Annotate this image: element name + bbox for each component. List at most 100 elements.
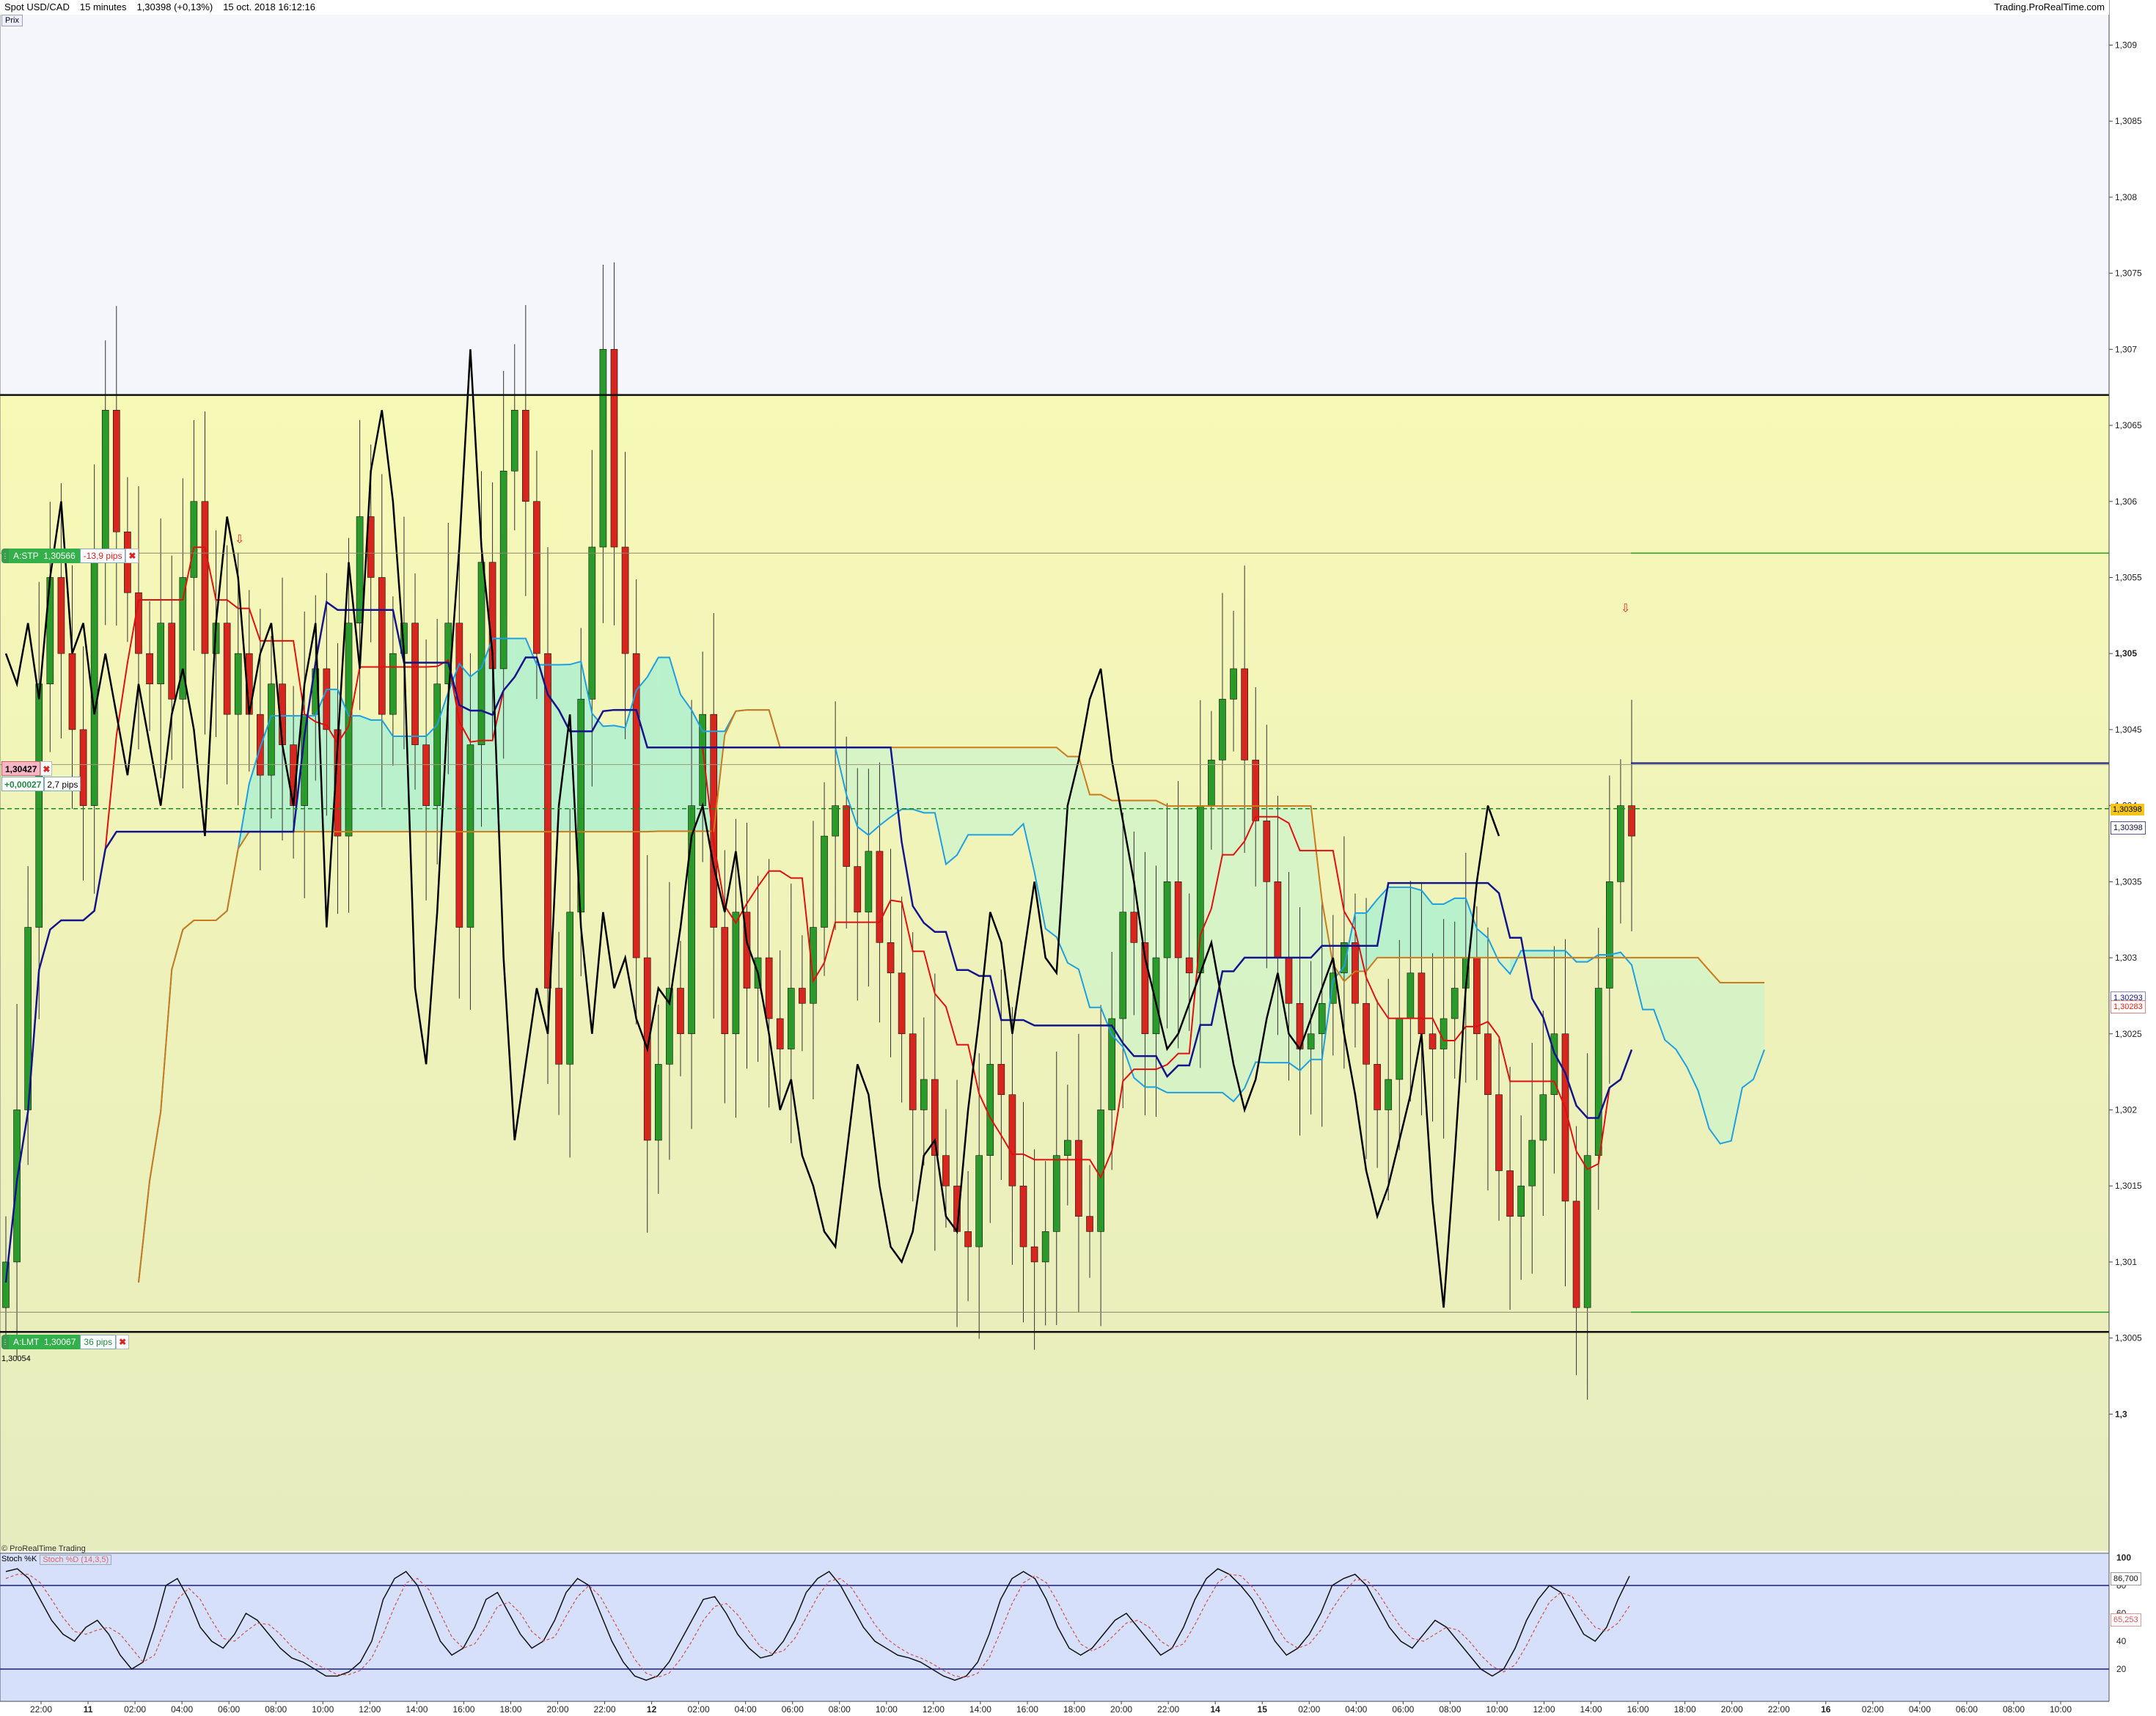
x-tick-label: 10:00 bbox=[2050, 1704, 2072, 1715]
x-tick-label: 14:00 bbox=[1580, 1704, 1602, 1715]
x-tick-label: 12:00 bbox=[359, 1704, 381, 1715]
y-tick-label: 1,309 bbox=[2115, 40, 2137, 50]
limit-pips: 36 pips bbox=[80, 1335, 117, 1349]
y-tick-label: 1,3005 bbox=[2115, 1333, 2142, 1343]
y-tick-label: 1,302 bbox=[2115, 1104, 2137, 1115]
x-tick-label: 20:00 bbox=[1721, 1704, 1743, 1715]
candle-body bbox=[621, 546, 629, 654]
chart-header: Spot USD/CAD 15 minutes 1,30398 (+0,13%) 15… bbox=[0, 0, 2109, 15]
candle-body bbox=[1484, 1033, 1492, 1096]
stoch-k-name: Stoch %K bbox=[1, 1555, 37, 1563]
x-tick-label: 22:00 bbox=[30, 1704, 52, 1715]
candle-body bbox=[1572, 1200, 1580, 1308]
candle-body bbox=[765, 957, 773, 1019]
x-tick-label: 12 bbox=[647, 1704, 657, 1715]
close-position-icon[interactable]: ✖ bbox=[40, 761, 53, 776]
candle-body bbox=[257, 714, 264, 776]
cloud-segment bbox=[968, 747, 980, 835]
limit-order-tag[interactable]: ⋮ A:LMT 1,30067 36 pips ✖ bbox=[1, 1335, 130, 1349]
x-tick-label: 14 bbox=[1210, 1704, 1220, 1715]
candle-body bbox=[1506, 1170, 1514, 1217]
chart-canvas[interactable]: ⇩⇩ 1,3091,30851,3081,30751,3071,30651,30… bbox=[0, 0, 2156, 1716]
candle-body bbox=[1119, 912, 1127, 1019]
stop-order-tag[interactable]: ⋮ A:STP 1,30566 -13,9 pips ✖ bbox=[1, 549, 139, 563]
y-tick-label: 1,3065 bbox=[2115, 420, 2142, 430]
candle-body bbox=[1185, 957, 1193, 974]
last-price-tag: 1,30398 bbox=[2111, 804, 2144, 815]
x-tick-label: 04:00 bbox=[1909, 1704, 1931, 1715]
candle-body bbox=[1528, 1140, 1536, 1187]
signal-arrow-icon: ⇩ bbox=[1621, 602, 1630, 615]
x-tick-label: 06:00 bbox=[1392, 1704, 1414, 1715]
cloud-segment bbox=[1720, 982, 1731, 1144]
cloud-segment bbox=[1532, 950, 1544, 958]
drag-handle-icon[interactable]: ⋮ bbox=[1, 549, 9, 563]
cloud-segment bbox=[1001, 747, 1013, 835]
candle-body bbox=[975, 1155, 983, 1247]
x-tick-label: 10:00 bbox=[876, 1704, 898, 1715]
candle-body bbox=[1363, 1002, 1370, 1065]
cloud-segment bbox=[912, 747, 924, 813]
bid-price-tag: 1,30398 bbox=[2111, 821, 2146, 835]
timeframe[interactable]: 15 minutes bbox=[80, 1, 127, 12]
candle-body bbox=[1219, 699, 1226, 760]
x-tick-label: 06:00 bbox=[218, 1704, 240, 1715]
price-axis: 1,309 1,3085 1,308 1,3075 1,307 1,3065 1,306 1,… bbox=[2108, 0, 2156, 1701]
cloud-segment bbox=[1233, 806, 1245, 1101]
x-tick-label: 20:00 bbox=[546, 1704, 568, 1715]
instrument-name[interactable]: Spot USD/CAD bbox=[4, 1, 70, 12]
candle-body bbox=[997, 1063, 1005, 1096]
candle-body bbox=[1583, 1155, 1591, 1308]
axis-background bbox=[2109, 0, 2156, 1701]
cloud-segment bbox=[392, 736, 404, 832]
candle-body bbox=[477, 562, 485, 745]
x-tick-label: 02:00 bbox=[1298, 1704, 1320, 1715]
candle-body bbox=[1374, 1063, 1381, 1110]
x-tick-label: 22:00 bbox=[594, 1704, 616, 1715]
close-icon[interactable]: ✖ bbox=[116, 1335, 130, 1349]
candle-body bbox=[787, 988, 795, 1049]
cloud-segment bbox=[1665, 957, 1676, 1049]
y-tick-label: 1,303 bbox=[2115, 953, 2137, 963]
y-tick-label: 1,3055 bbox=[2115, 572, 2142, 582]
candle-body bbox=[1252, 760, 1260, 821]
y-tick-label: 1,308 bbox=[2115, 192, 2137, 202]
y-tick-label: 1,3 bbox=[2115, 1409, 2127, 1419]
candle-body bbox=[1385, 1079, 1393, 1110]
x-tick-label: 16 bbox=[1821, 1704, 1831, 1715]
tab-prix[interactable]: Prix bbox=[1, 15, 23, 26]
upper-area bbox=[0, 15, 2109, 395]
x-tick-label: 18:00 bbox=[1063, 1704, 1085, 1715]
cloud-segment bbox=[879, 747, 891, 826]
candle-body bbox=[35, 683, 43, 928]
candle-body bbox=[555, 988, 562, 1065]
stoch-tick-label: 40 bbox=[2116, 1636, 2127, 1646]
candle-body bbox=[1130, 912, 1138, 943]
time-axis: 22:00 11 02:00 04:00 06:00 08:00 10:00 12:00 14:… bbox=[0, 1701, 2156, 1716]
x-tick-label: 04:00 bbox=[735, 1704, 757, 1715]
candle-body bbox=[1396, 1018, 1404, 1080]
candle-body bbox=[157, 623, 164, 684]
x-tick-label: 04:00 bbox=[171, 1704, 193, 1715]
brand: Trading.ProRealTime.com bbox=[1994, 1, 2105, 12]
candle-body bbox=[721, 927, 729, 1035]
close-icon[interactable]: ✖ bbox=[125, 549, 139, 563]
cloud-segment bbox=[1067, 756, 1079, 969]
position-price: 1,30427 bbox=[1, 761, 41, 776]
candle-body bbox=[887, 942, 895, 974]
candle-body bbox=[1517, 1185, 1525, 1217]
candle-body bbox=[566, 912, 573, 1065]
cloud-segment bbox=[359, 716, 371, 832]
candle-body bbox=[1285, 957, 1293, 1004]
y-tick-label: 1,305 bbox=[2115, 648, 2137, 659]
stoch-legend: Stoch %K Stoch %D (14,3,5) bbox=[1, 1555, 112, 1565]
candle-body bbox=[1606, 881, 1613, 989]
position-tag[interactable]: 1,30427 ✖ +0,00027 2,7 pips bbox=[1, 761, 81, 791]
x-tick-label: 08:00 bbox=[829, 1704, 851, 1715]
cloud-segment bbox=[559, 664, 571, 832]
x-tick-label: 20:00 bbox=[1110, 1704, 1132, 1715]
drag-handle-icon[interactable]: ⋮ bbox=[1, 1335, 9, 1349]
cloud-segment bbox=[1101, 794, 1112, 1035]
datetime: 15 oct. 2018 16:12:16 bbox=[223, 1, 315, 12]
candle-body bbox=[234, 653, 242, 715]
